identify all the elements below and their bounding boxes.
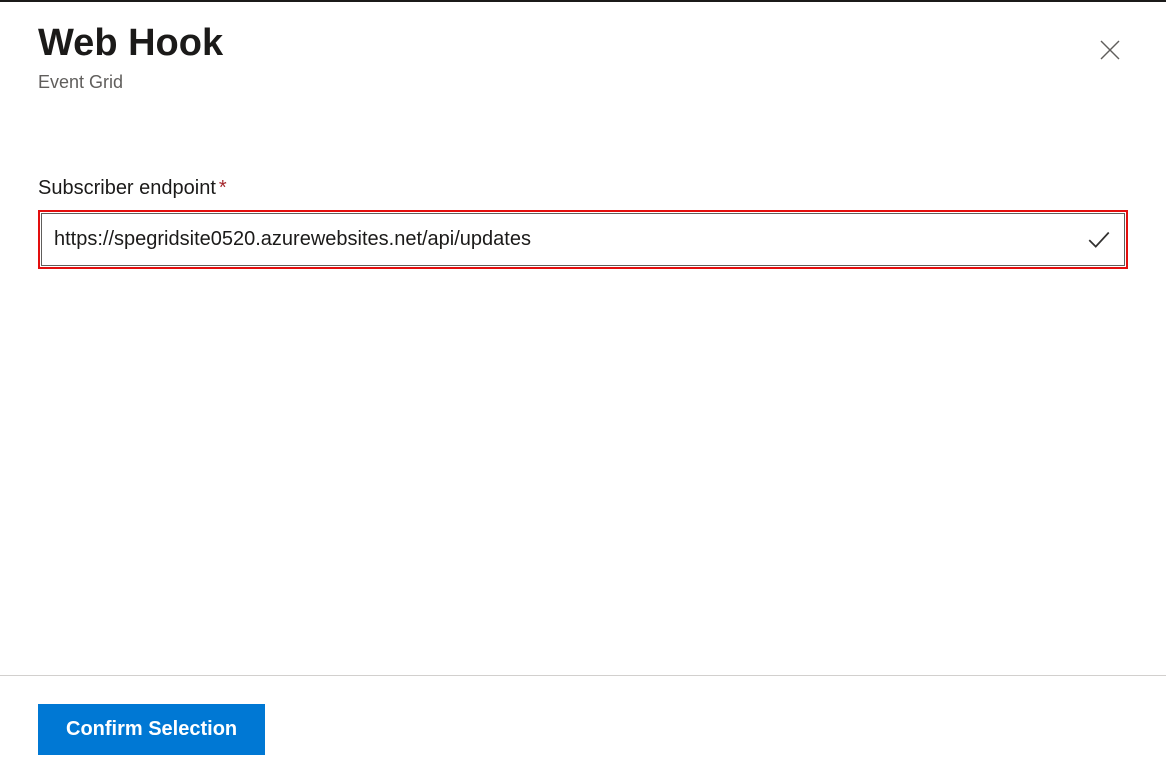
endpoint-input-wrap[interactable] bbox=[41, 213, 1125, 266]
subscriber-endpoint-input[interactable] bbox=[54, 228, 1076, 251]
endpoint-label: Subscriber endpoint bbox=[38, 177, 216, 200]
confirm-selection-button[interactable]: Confirm Selection bbox=[38, 704, 265, 755]
panel-header-text: Web Hook Event Grid bbox=[38, 22, 223, 93]
endpoint-label-row: Subscriber endpoint * bbox=[38, 177, 1128, 200]
page-subtitle: Event Grid bbox=[38, 72, 223, 93]
panel-header: Web Hook Event Grid bbox=[38, 22, 1128, 93]
page-title: Web Hook bbox=[38, 22, 223, 66]
webhook-panel: Web Hook Event Grid Subscriber endpoint … bbox=[0, 2, 1166, 783]
form-area: Subscriber endpoint * bbox=[38, 177, 1128, 269]
close-button[interactable] bbox=[1092, 32, 1128, 71]
close-icon bbox=[1098, 38, 1122, 65]
panel-footer: Confirm Selection bbox=[0, 675, 1166, 783]
spacer bbox=[38, 269, 1128, 675]
required-indicator: * bbox=[219, 178, 227, 198]
endpoint-highlight-border bbox=[38, 210, 1128, 269]
checkmark-icon bbox=[1086, 226, 1112, 252]
